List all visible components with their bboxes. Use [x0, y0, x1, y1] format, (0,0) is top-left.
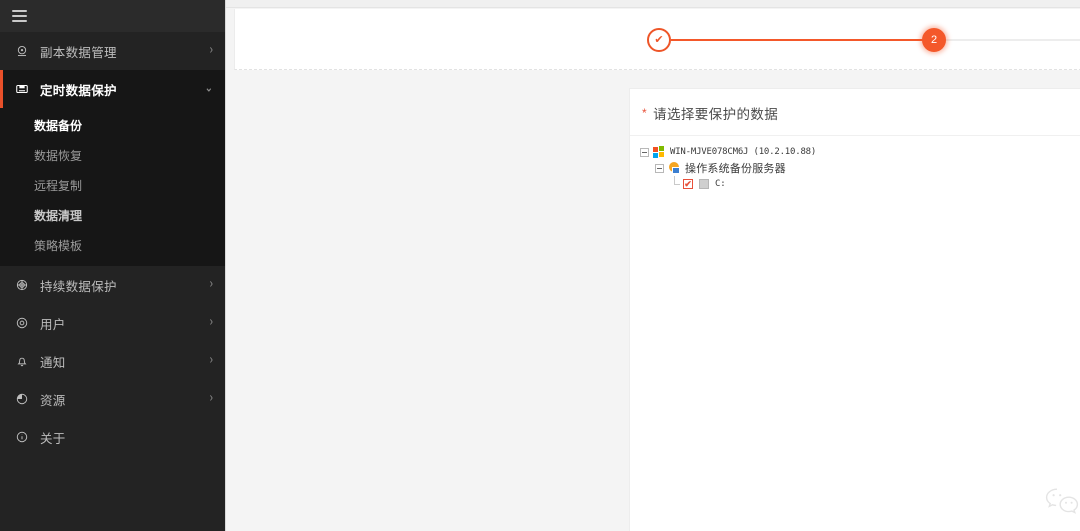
tree-expander-minus-icon[interactable]: [640, 147, 649, 157]
sidebar-item-label: 通知: [40, 355, 66, 370]
wizard-stepper-card: ✔ 2 3: [234, 9, 1080, 70]
tree-checkbox-drive-c[interactable]: ✔: [683, 179, 693, 189]
sidebar-item-resources[interactable]: 资源 ›: [0, 380, 225, 418]
cdp-icon: [14, 277, 30, 293]
drive-icon: [698, 178, 710, 190]
sidebar-subitem-data-recovery[interactable]: 数据恢复: [0, 140, 225, 170]
backup-disk-icon: [14, 81, 30, 97]
data-tree: WIN-MJVE078CM6J (10.2.10.88) 操作系统备份服务器 ✔: [630, 136, 1080, 192]
chevron-right-icon: ›: [209, 391, 213, 406]
wechat-icon: [1044, 486, 1080, 516]
user-icon: [14, 315, 30, 331]
info-icon: [14, 429, 30, 445]
page-title: 请选择要保护的数据: [653, 107, 779, 122]
sidebar-subitem-label: 策略模板: [34, 238, 83, 253]
sidebar-subitem-label: 远程复制: [34, 178, 83, 193]
stepper-step-number: 2: [930, 34, 938, 46]
wizard-stepper: ✔ 2 3: [235, 9, 1080, 70]
sidebar-item-label: 用户: [40, 317, 66, 332]
chevron-right-icon: ›: [209, 277, 213, 292]
tree-node-drive-c[interactable]: ✔ C:: [640, 175, 1080, 192]
chevron-down-icon: ⌄: [204, 81, 213, 96]
sidebar-item-about[interactable]: 关于: [0, 418, 225, 456]
main-content: ✔ 2 3 * 请选择要保护的数据: [225, 0, 1080, 531]
pie-resource-icon: [14, 391, 30, 407]
sidebar-item-label: 副本数据管理: [40, 45, 117, 60]
sidebar-item-scheduled-data-protection[interactable]: 定时数据保护 ⌄: [0, 70, 225, 108]
select-data-card: * 请选择要保护的数据 WIN-MJVE078CM6J (10.2.10.88): [629, 88, 1080, 531]
app-root: 副本数据管理 › 定时数据保护 ⌄ 数据备份 数据恢复 远程复制 数据清理 策略…: [0, 0, 1080, 531]
sidebar-item-users[interactable]: 用户 ›: [0, 304, 225, 342]
sidebar-item-notifications[interactable]: 通知 ›: [0, 342, 225, 380]
tree-expander-minus-icon[interactable]: [655, 163, 664, 173]
sidebar-subitem-data-backup[interactable]: 数据备份: [0, 110, 225, 140]
os-backup-server-icon: [668, 162, 680, 174]
bell-icon: [14, 353, 30, 369]
tree-node-label: WIN-MJVE078CM6J (10.2.10.88): [670, 147, 817, 157]
sidebar-item-label: 持续数据保护: [40, 279, 117, 294]
watermark: ucache灾备云: [1044, 462, 1080, 531]
card-title-row: * 请选择要保护的数据: [630, 89, 1080, 123]
sidebar-item-copy-data-management[interactable]: 副本数据管理 ›: [0, 32, 225, 70]
stepper-progress-filled: [671, 39, 924, 41]
tree-elbow-connector: [670, 175, 680, 189]
stepper-progress-empty-1: [946, 39, 1080, 41]
tree-node-os-backup-server[interactable]: 操作系统备份服务器: [640, 160, 1080, 176]
windows-flag-icon: [653, 146, 665, 158]
stepper-step-1-completed[interactable]: ✔: [647, 28, 671, 52]
sidebar-header: [0, 0, 225, 32]
sidebar: 副本数据管理 › 定时数据保护 ⌄ 数据备份 数据恢复 远程复制 数据清理 策略…: [0, 0, 225, 531]
sidebar-item-label: 关于: [40, 431, 66, 446]
check-icon: ✔: [654, 33, 664, 46]
sidebar-submenu: 数据备份 数据恢复 远程复制 数据清理 策略模板: [0, 108, 225, 266]
sidebar-item-continuous-data-protection[interactable]: 持续数据保护 ›: [0, 266, 225, 304]
chevron-right-icon: ›: [209, 353, 213, 368]
sidebar-subitem-data-cleanup[interactable]: 数据清理: [0, 200, 225, 230]
top-strip: [226, 0, 1080, 8]
copy-data-icon: [14, 43, 30, 59]
tree-node-host[interactable]: WIN-MJVE078CM6J (10.2.10.88): [640, 144, 1080, 160]
sidebar-subitem-remote-replication[interactable]: 远程复制: [0, 170, 225, 200]
stepper-step-2-current[interactable]: 2: [922, 28, 946, 52]
required-marker: *: [642, 106, 648, 120]
sidebar-subitem-label: 数据备份: [34, 118, 83, 133]
sidebar-item-label: 资源: [40, 393, 66, 408]
chevron-right-icon: ›: [209, 315, 213, 330]
sidebar-subitem-label: 数据清理: [34, 208, 83, 223]
sidebar-subitem-label: 数据恢复: [34, 148, 83, 163]
check-icon: ✔: [684, 178, 692, 189]
hamburger-icon[interactable]: [12, 10, 27, 22]
chevron-right-icon: ›: [209, 43, 213, 58]
tree-node-label: C:: [715, 179, 726, 189]
sidebar-subitem-policy-template[interactable]: 策略模板: [0, 230, 225, 260]
tree-node-label: 操作系统备份服务器: [685, 163, 786, 175]
sidebar-item-label: 定时数据保护: [40, 83, 117, 98]
